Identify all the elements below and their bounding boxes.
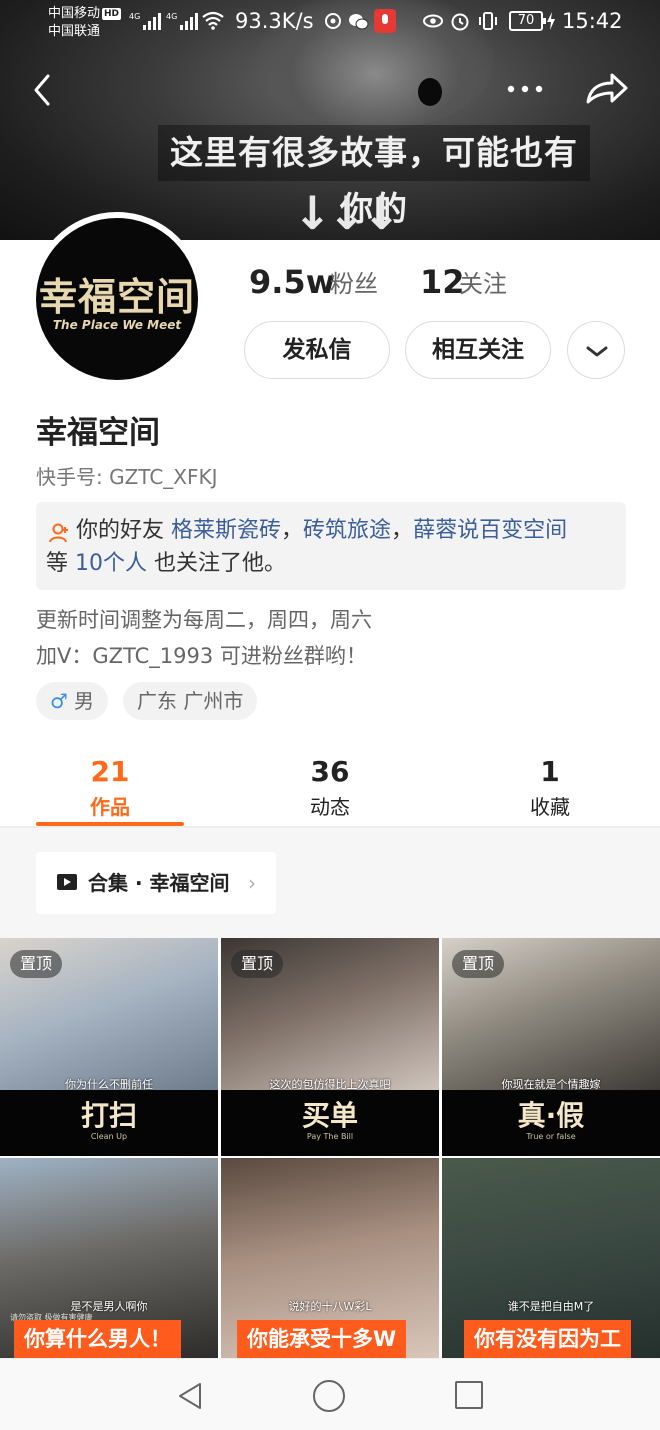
- hd-badge: HD: [102, 8, 122, 20]
- friends-separator: ，: [281, 518, 304, 543]
- nav-recents-square-icon[interactable]: [455, 1381, 483, 1409]
- friend-link-3[interactable]: 薛蓉说百变空间: [413, 518, 567, 543]
- friends-count-link[interactable]: 10个人: [75, 551, 147, 576]
- signal-2-label: 4G: [166, 12, 178, 21]
- signal-1-label: 4G: [129, 12, 141, 21]
- tab-favorites-count[interactable]: 1: [490, 754, 610, 790]
- avatar-logo-title: 幸福空间: [38, 275, 195, 319]
- collection-play-icon: [57, 874, 77, 890]
- friend-link-2[interactable]: 砖筑旅途: [303, 518, 391, 543]
- video-thumbnail[interactable]: 这次的包仿得比上次真吧 买单 Pay The Bill 置顶: [221, 938, 439, 1156]
- friends-line2-prefix: 等: [46, 551, 75, 576]
- avatar[interactable]: 幸福空间 The Place We Meet: [30, 212, 204, 386]
- banner-caption: 这里有很多故事，可能也有你的: [158, 125, 590, 228]
- tab-moments-count[interactable]: 36: [270, 754, 390, 790]
- thumbnail-logo: 真·假: [517, 1099, 585, 1132]
- nav-home-circle-icon[interactable]: [313, 1380, 345, 1412]
- tab-works-count[interactable]: 21: [50, 754, 170, 790]
- charging-icon: [547, 12, 555, 30]
- banner-arrows: ↓↓↓: [293, 186, 401, 240]
- following-label[interactable]: 关注: [459, 264, 507, 304]
- bio-line-2: 加V：GZTC_1993 可进粉丝群哟！: [36, 644, 367, 668]
- thumbnail-logo: 打扫: [80, 1099, 137, 1132]
- collection-button[interactable]: 合集 · 幸福空间 ›: [36, 852, 276, 914]
- sync-icon: [325, 13, 341, 29]
- wechat-icon: [349, 14, 369, 30]
- kuaishou-id: 快手号: GZTC_XFKJ: [36, 465, 218, 489]
- teddy-bear-eye: [418, 78, 442, 106]
- thumbnail-title-banner: 你算什么男人！: [14, 1320, 181, 1358]
- thumbnail-logo-subtitle: True or false: [526, 1132, 576, 1141]
- avatar-logo-subtitle: The Place We Meet: [52, 318, 182, 332]
- chevron-right-icon: ›: [248, 871, 256, 895]
- clock: 15:42: [562, 9, 623, 33]
- bio-line-1: 更新时间调整为每周二，周四，周六: [36, 608, 372, 632]
- tab-favorites[interactable]: 收藏: [490, 792, 610, 822]
- video-thumbnail[interactable]: 谁不是把自由M了 你有没有因为工: [442, 1158, 660, 1358]
- expand-button[interactable]: [567, 321, 625, 379]
- wifi-icon: [202, 11, 224, 30]
- nav-back-triangle-icon[interactable]: [176, 1381, 204, 1411]
- friends-separator: ，: [391, 518, 414, 543]
- thumbnail-title-banner: 你能承受十多W: [237, 1320, 407, 1358]
- gender-label: 男: [73, 689, 94, 713]
- pinned-badge: 置顶: [231, 950, 284, 978]
- video-thumbnail[interactable]: 是不是男人啊你 请勿盗取 极做有害健康 你算什么男人！: [0, 1158, 218, 1358]
- following-count[interactable]: 12: [420, 262, 465, 302]
- friends-icon: [49, 523, 68, 543]
- mutual-friends-box: 你的好友 格莱斯瓷砖，砖筑旅途，薛蓉说百变空间 等 10个人 也关注了他。: [36, 502, 626, 590]
- friends-line-2: 等 10个人 也关注了他。: [46, 547, 286, 581]
- carrier2-label: 中国联通: [48, 24, 101, 39]
- followers-label[interactable]: 粉丝: [330, 264, 378, 304]
- avatar-image: 幸福空间 The Place We Meet: [36, 218, 198, 380]
- signal-1-icon: 4G: [129, 12, 162, 30]
- chevron-down-icon: [586, 346, 608, 357]
- followers-count[interactable]: 9.5w: [249, 262, 335, 302]
- gender-tag: ♂ 男: [36, 682, 108, 720]
- video-thumbnail[interactable]: 说好的十八W彩L 你能承受十多W: [221, 1158, 439, 1358]
- share-icon[interactable]: [582, 70, 630, 110]
- microphone-icon: [374, 9, 396, 33]
- male-icon: ♂: [50, 689, 68, 713]
- vibrate-icon: [479, 12, 497, 30]
- pinned-badge: 置顶: [10, 950, 63, 978]
- thumbnail-logo-subtitle: Pay The Bill: [306, 1132, 354, 1141]
- thumbnail-subtitle: 谁不是把自由M了: [507, 1300, 595, 1313]
- carrier1-label: 中国移动: [48, 6, 101, 21]
- video-thumbnail[interactable]: 你为什么不删前任 打扫 Clean Up 置顶: [0, 938, 218, 1156]
- mutual-follow-button[interactable]: 相互关注: [405, 321, 551, 379]
- friend-link-1[interactable]: 格莱斯瓷砖: [171, 518, 281, 543]
- alarm-icon: [451, 13, 469, 31]
- friends-line-1: 你的好友 格莱斯瓷砖，砖筑旅途，薛蓉说百变空间: [76, 514, 567, 548]
- friends-line2-suffix: 也关注了他。: [147, 551, 286, 576]
- system-navigation-bar: [0, 1358, 660, 1430]
- send-message-button[interactable]: 发私信: [244, 321, 390, 379]
- eye-icon: [423, 14, 443, 28]
- thumbnail-subtitle: 说好的十八W彩L: [288, 1300, 372, 1313]
- battery-icon: 70: [509, 11, 546, 31]
- thumbnail-title-banner: 你有没有因为工: [464, 1320, 631, 1358]
- back-arrow-icon[interactable]: [28, 68, 58, 112]
- collection-label: 合集 · 幸福空间: [88, 871, 230, 895]
- pinned-badge: 置顶: [452, 950, 505, 978]
- status-bar: 中国移动 HD 中国联通 4G 4G 93.3K/s 70 15:42: [0, 0, 660, 44]
- network-speed: 93.3K/s: [235, 9, 314, 33]
- thumbnail-logo-subtitle: Clean Up: [90, 1132, 128, 1141]
- signal-2-icon: 4G: [166, 12, 199, 30]
- tab-works[interactable]: 作品: [50, 792, 170, 822]
- video-thumbnail[interactable]: 你现在就是个情趣嫁 真·假 True or false 置顶: [442, 938, 660, 1156]
- profile-name: 幸福空间: [36, 415, 160, 451]
- friends-prefix: 你的好友: [76, 518, 171, 543]
- tab-moments[interactable]: 动态: [270, 792, 390, 822]
- carrier-info: 中国移动 HD 中国联通: [48, 5, 122, 41]
- location-tag: 广东 广州市: [123, 682, 258, 720]
- more-options-icon[interactable]: [500, 74, 550, 104]
- thumbnail-logo: 买单: [301, 1099, 358, 1132]
